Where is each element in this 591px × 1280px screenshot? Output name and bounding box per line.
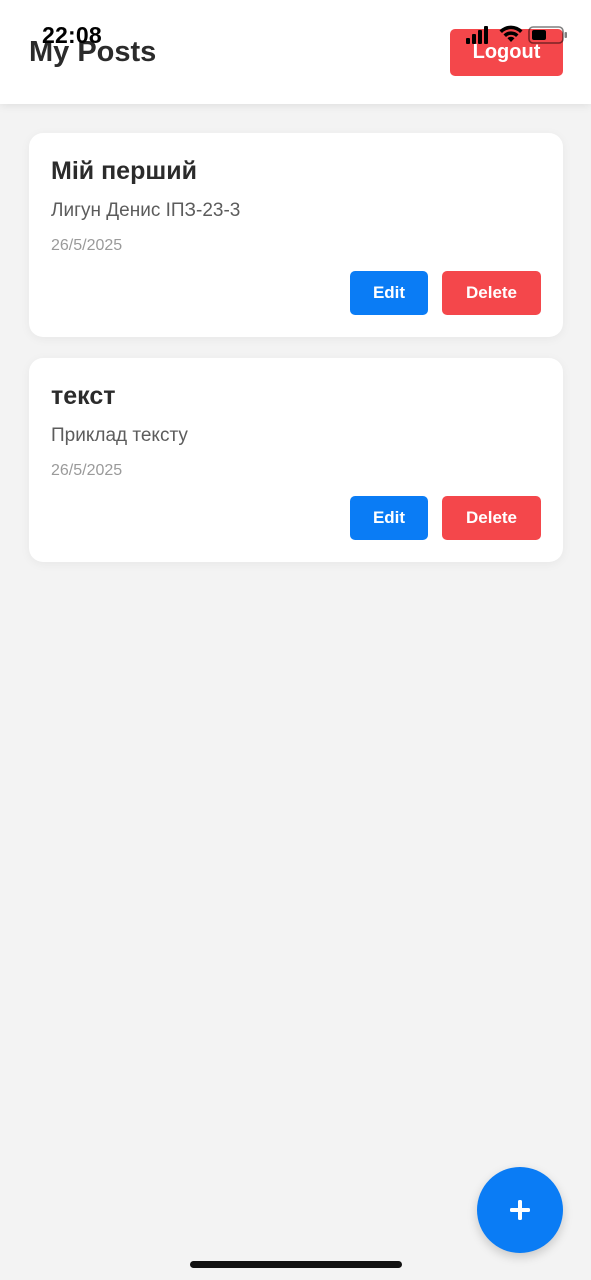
edit-button[interactable]: Edit	[350, 271, 428, 315]
post-card: Мій перший Лигун Денис ІПЗ-23-3 26/5/202…	[29, 133, 563, 337]
status-time: 22:08	[42, 22, 102, 48]
edit-button[interactable]: Edit	[350, 496, 428, 540]
post-body: Приклад тексту	[51, 425, 188, 446]
post-card: текст Приклад тексту 26/5/2025 Edit Dele…	[29, 358, 563, 562]
battery-icon	[528, 26, 567, 44]
post-date: 26/5/2025	[51, 237, 123, 254]
delete-button[interactable]: Delete	[442, 271, 541, 315]
post-title: Мій перший	[51, 157, 197, 185]
screen: My Posts 22:08 Logout Мій перший Лигун Д…	[0, 0, 591, 1280]
status-icons	[466, 24, 568, 46]
wifi-icon	[499, 25, 523, 42]
signal-icon	[466, 26, 488, 44]
post-body: Лигун Денис ІПЗ-23-3	[51, 200, 241, 221]
home-indicator[interactable]	[190, 1261, 402, 1268]
post-title: текст	[51, 382, 116, 410]
delete-button[interactable]: Delete	[442, 496, 541, 540]
app-header: My Posts 22:08 Logout	[0, 0, 591, 104]
add-post-button[interactable]	[477, 1167, 563, 1253]
post-date: 26/5/2025	[51, 462, 123, 479]
plus-icon	[510, 1200, 530, 1220]
